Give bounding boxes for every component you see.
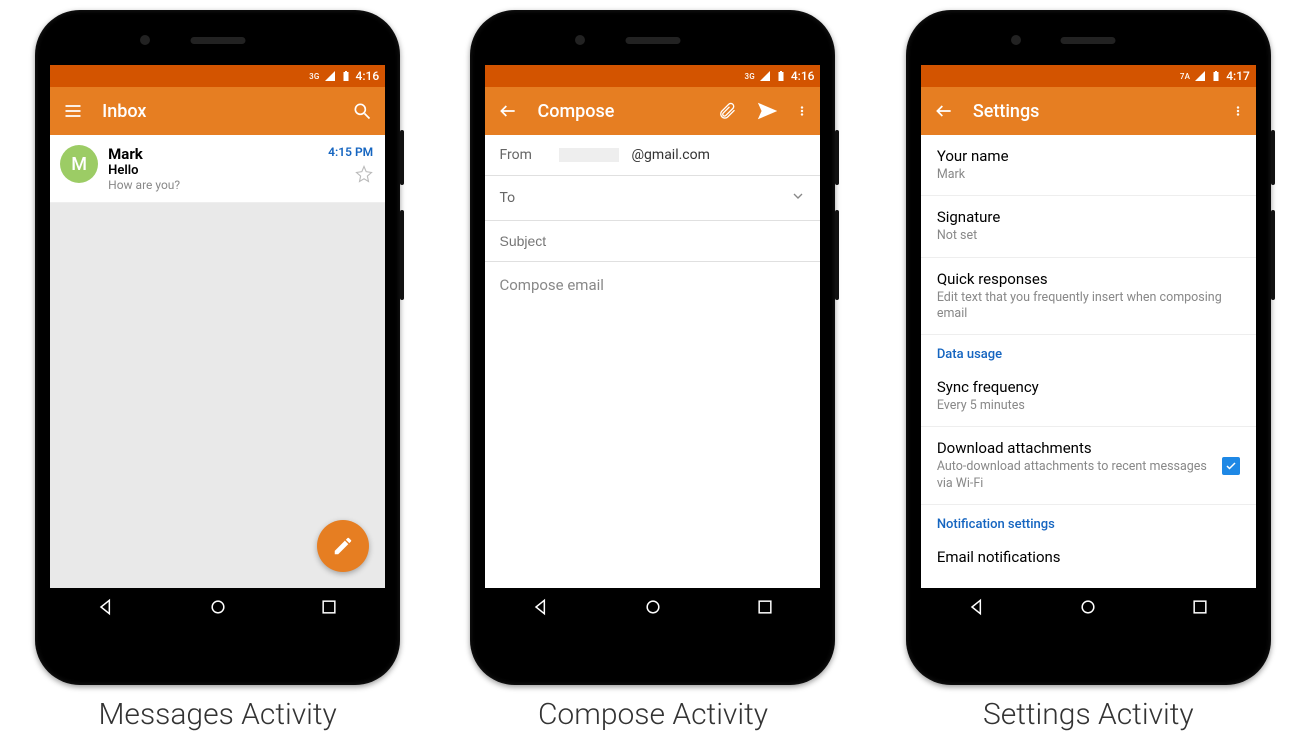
system-navbar <box>921 588 1256 630</box>
from-value: @gmail.com <box>631 147 709 163</box>
settings-row-download[interactable]: Download attachments Auto-download attac… <box>921 427 1256 505</box>
signal-icon <box>324 70 336 82</box>
nav-home-icon[interactable] <box>643 597 663 621</box>
appbar-inbox: Inbox <box>50 87 385 135</box>
status-time: 4:16 <box>356 69 380 83</box>
caption-settings: Settings Activity <box>983 697 1194 732</box>
back-arrow-icon[interactable] <box>933 100 955 122</box>
subject-row[interactable] <box>485 221 820 262</box>
settings-dl-label: Download attachments <box>937 439 1222 457</box>
status-time: 4:16 <box>791 69 815 83</box>
message-subject: Hello <box>108 163 318 178</box>
nav-recent-icon[interactable] <box>755 597 775 621</box>
status-bar: 3G 4:16 <box>50 65 385 87</box>
settings-row-sync[interactable]: Sync frequency Every 5 minutes <box>921 374 1256 427</box>
system-navbar <box>485 588 820 630</box>
system-navbar <box>50 588 385 630</box>
nav-recent-icon[interactable] <box>1190 597 1210 621</box>
settings-sync-value: Every 5 minutes <box>937 398 1240 414</box>
settings-row-emailnotif[interactable]: Email notifications <box>921 544 1256 566</box>
nav-back-icon[interactable] <box>531 597 551 621</box>
appbar-settings: Settings <box>921 87 1256 135</box>
from-redacted <box>559 148 619 162</box>
phone-frame-settings: 7A 4:17 Settings Your name <box>906 10 1271 685</box>
chevron-down-icon[interactable] <box>790 188 806 208</box>
subject-input[interactable] <box>499 233 806 249</box>
from-label: From <box>499 147 547 163</box>
from-row[interactable]: From @gmail.com <box>485 135 820 176</box>
settings-header-data: Data usage <box>921 335 1256 374</box>
nav-recent-icon[interactable] <box>319 597 339 621</box>
network-label: 3G <box>744 72 754 81</box>
settings-row-name[interactable]: Your name Mark <box>921 135 1256 196</box>
search-icon[interactable] <box>351 100 373 122</box>
checkbox-download[interactable] <box>1222 457 1240 475</box>
network-label: 7A <box>1180 72 1190 81</box>
message-sender: Mark <box>108 145 318 163</box>
appbar-title: Inbox <box>102 101 333 122</box>
nav-home-icon[interactable] <box>208 597 228 621</box>
settings-dl-sub: Auto-download attachments to recent mess… <box>937 459 1222 492</box>
settings-quick-sub: Edit text that you frequently insert whe… <box>937 290 1240 323</box>
appbar-title: Settings <box>973 101 1214 122</box>
star-icon[interactable] <box>355 165 373 187</box>
notification-header: Notification settings <box>937 517 1240 532</box>
phone-frame-inbox: 3G 4:16 Inbox M <box>35 10 400 685</box>
compose-body[interactable]: Compose email <box>485 262 820 308</box>
settings-emailnotif-label: Email notifications <box>937 548 1240 566</box>
status-time: 4:17 <box>1226 69 1250 83</box>
settings-header-notif: Notification settings <box>921 505 1256 544</box>
message-preview: How are you? <box>108 178 318 192</box>
inbox-content: M Mark Hello How are you? 4:15 PM <box>50 135 385 588</box>
battery-icon <box>1210 70 1222 82</box>
hamburger-icon[interactable] <box>62 100 84 122</box>
back-arrow-icon[interactable] <box>497 100 519 122</box>
caption-messages: Messages Activity <box>98 697 336 732</box>
send-icon[interactable] <box>756 100 778 122</box>
overflow-icon[interactable] <box>1232 100 1244 122</box>
settings-sig-label: Signature <box>937 208 1240 226</box>
appbar-compose: Compose <box>485 87 820 135</box>
nav-back-icon[interactable] <box>967 597 987 621</box>
status-bar: 3G 4:16 <box>485 65 820 87</box>
settings-quick-label: Quick responses <box>937 270 1240 288</box>
attach-icon[interactable] <box>716 100 738 122</box>
caption-compose: Compose Activity <box>538 697 768 732</box>
signal-icon <box>1194 70 1206 82</box>
signal-icon <box>759 70 771 82</box>
settings-sig-value: Not set <box>937 228 1240 244</box>
to-row[interactable]: To <box>485 176 820 221</box>
message-row[interactable]: M Mark Hello How are you? 4:15 PM <box>50 135 385 203</box>
settings-sync-label: Sync frequency <box>937 378 1240 396</box>
phone-frame-compose: 3G 4:16 Compose <box>470 10 835 685</box>
settings-name-label: Your name <box>937 147 1240 165</box>
battery-icon <box>775 70 787 82</box>
compose-fab[interactable] <box>317 520 369 572</box>
avatar[interactable]: M <box>60 145 98 183</box>
nav-back-icon[interactable] <box>96 597 116 621</box>
battery-icon <box>340 70 352 82</box>
settings-row-quick[interactable]: Quick responses Edit text that you frequ… <box>921 258 1256 336</box>
data-usage-header: Data usage <box>937 347 1240 362</box>
to-label: To <box>499 190 547 206</box>
network-label: 3G <box>309 72 319 81</box>
settings-name-value: Mark <box>937 167 1240 183</box>
status-bar: 7A 4:17 <box>921 65 1256 87</box>
settings-content[interactable]: Your name Mark Signature Not set Quick r… <box>921 135 1256 588</box>
appbar-title: Compose <box>537 101 698 122</box>
to-input[interactable] <box>559 190 778 206</box>
nav-home-icon[interactable] <box>1078 597 1098 621</box>
compose-content: From @gmail.com To Compose emai <box>485 135 820 588</box>
settings-row-signature[interactable]: Signature Not set <box>921 196 1256 257</box>
overflow-icon[interactable] <box>796 100 808 122</box>
message-time: 4:15 PM <box>328 145 373 159</box>
